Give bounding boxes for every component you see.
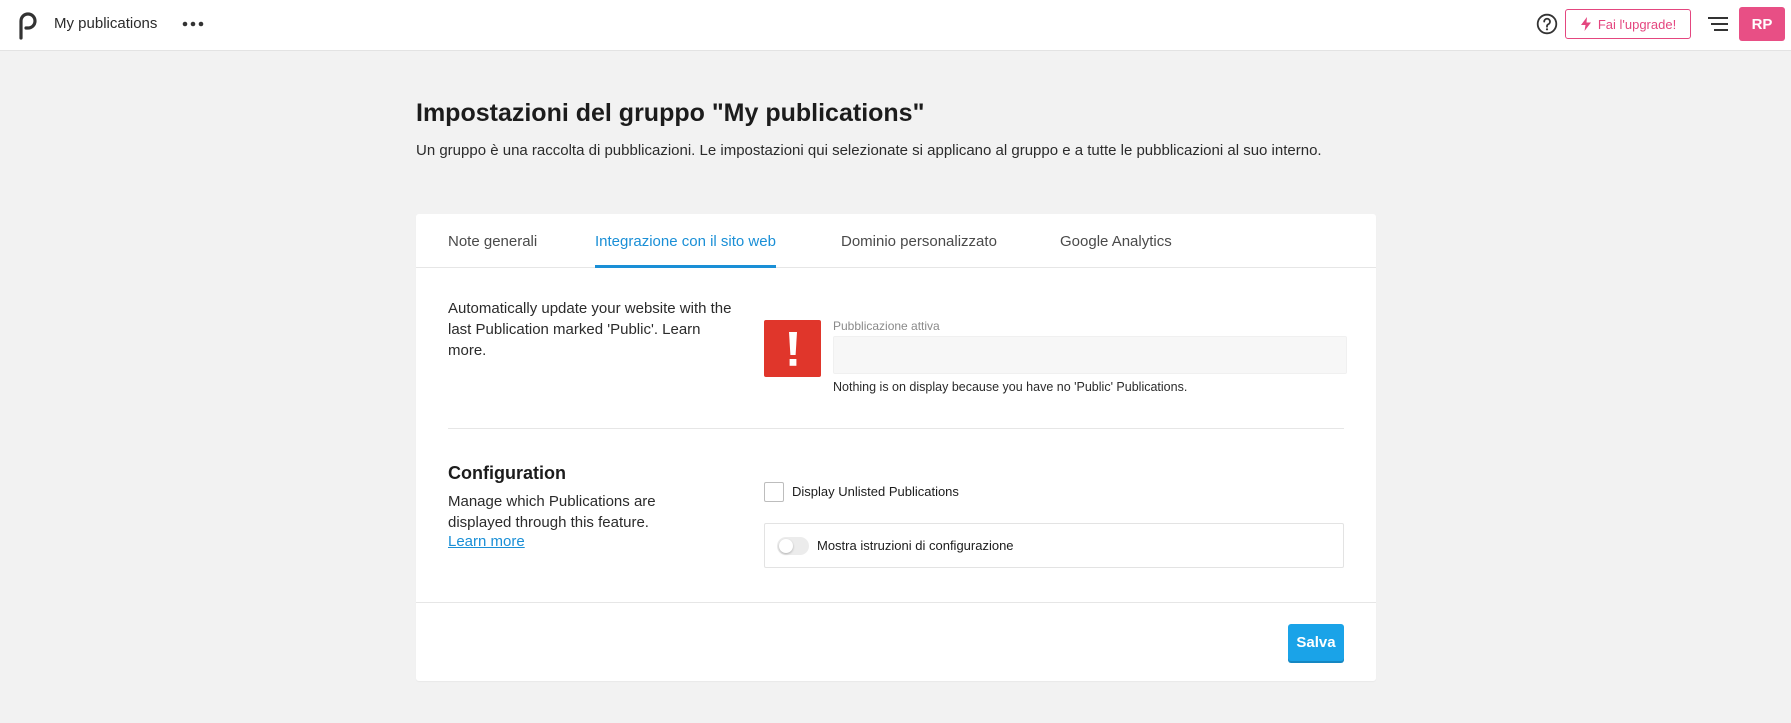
save-button[interactable]: Salva bbox=[1288, 624, 1344, 661]
tab-note-generali[interactable]: Note generali bbox=[448, 233, 537, 268]
hamburger-menu-icon[interactable] bbox=[1708, 15, 1728, 33]
settings-card: Note generali Integrazione con il sito w… bbox=[416, 214, 1376, 681]
active-publication-note: Nothing is on display because you have n… bbox=[833, 380, 1188, 394]
active-publication-field bbox=[833, 336, 1347, 374]
active-publication-label: Pubblicazione attiva bbox=[833, 319, 940, 333]
more-options-icon[interactable] bbox=[182, 15, 204, 33]
app-title[interactable]: My publications bbox=[54, 15, 157, 32]
tab-dominio-personalizzato[interactable]: Dominio personalizzato bbox=[841, 233, 997, 268]
lightning-icon bbox=[1580, 17, 1591, 31]
help-icon[interactable] bbox=[1536, 13, 1558, 35]
tab-google-analytics[interactable]: Google Analytics bbox=[1060, 233, 1172, 268]
learn-more-link[interactable]: Learn more bbox=[448, 533, 525, 550]
configuration-instructions-panel: Mostra istruzioni di configurazione bbox=[764, 523, 1344, 568]
configuration-title: Configuration bbox=[448, 463, 566, 483]
configuration-instructions-toggle[interactable] bbox=[777, 537, 809, 555]
configuration-instructions-label[interactable]: Mostra istruzioni di configurazione bbox=[817, 538, 1014, 553]
upgrade-label: Fai l'upgrade! bbox=[1597, 16, 1677, 32]
tab-bar: Note generali Integrazione con il sito w… bbox=[416, 214, 1376, 268]
avatar[interactable]: RP bbox=[1739, 7, 1785, 41]
error-alert bbox=[764, 320, 821, 377]
page-description: Un gruppo è una raccolta di pubblicazion… bbox=[416, 142, 1322, 159]
exclamation-icon bbox=[788, 331, 797, 366]
configuration-description: Manage which Publications are displayed … bbox=[448, 493, 656, 531]
logo-icon[interactable] bbox=[16, 10, 38, 40]
display-unlisted-label[interactable]: Display Unlisted Publications bbox=[792, 484, 959, 499]
toggle-knob bbox=[779, 539, 793, 553]
section-divider bbox=[448, 428, 1344, 429]
display-unlisted-checkbox[interactable] bbox=[764, 482, 784, 502]
page-title: Impostazioni del gruppo "My publications… bbox=[416, 99, 925, 127]
tab-integrazione-sito-web[interactable]: Integrazione con il sito web bbox=[595, 233, 776, 268]
top-bar: My publications Fai l'upgrade! RP bbox=[0, 0, 1791, 51]
footer-divider bbox=[416, 602, 1376, 603]
upgrade-button[interactable]: Fai l'upgrade! bbox=[1565, 9, 1691, 39]
integration-description: Automatically update your website with t… bbox=[448, 300, 732, 359]
